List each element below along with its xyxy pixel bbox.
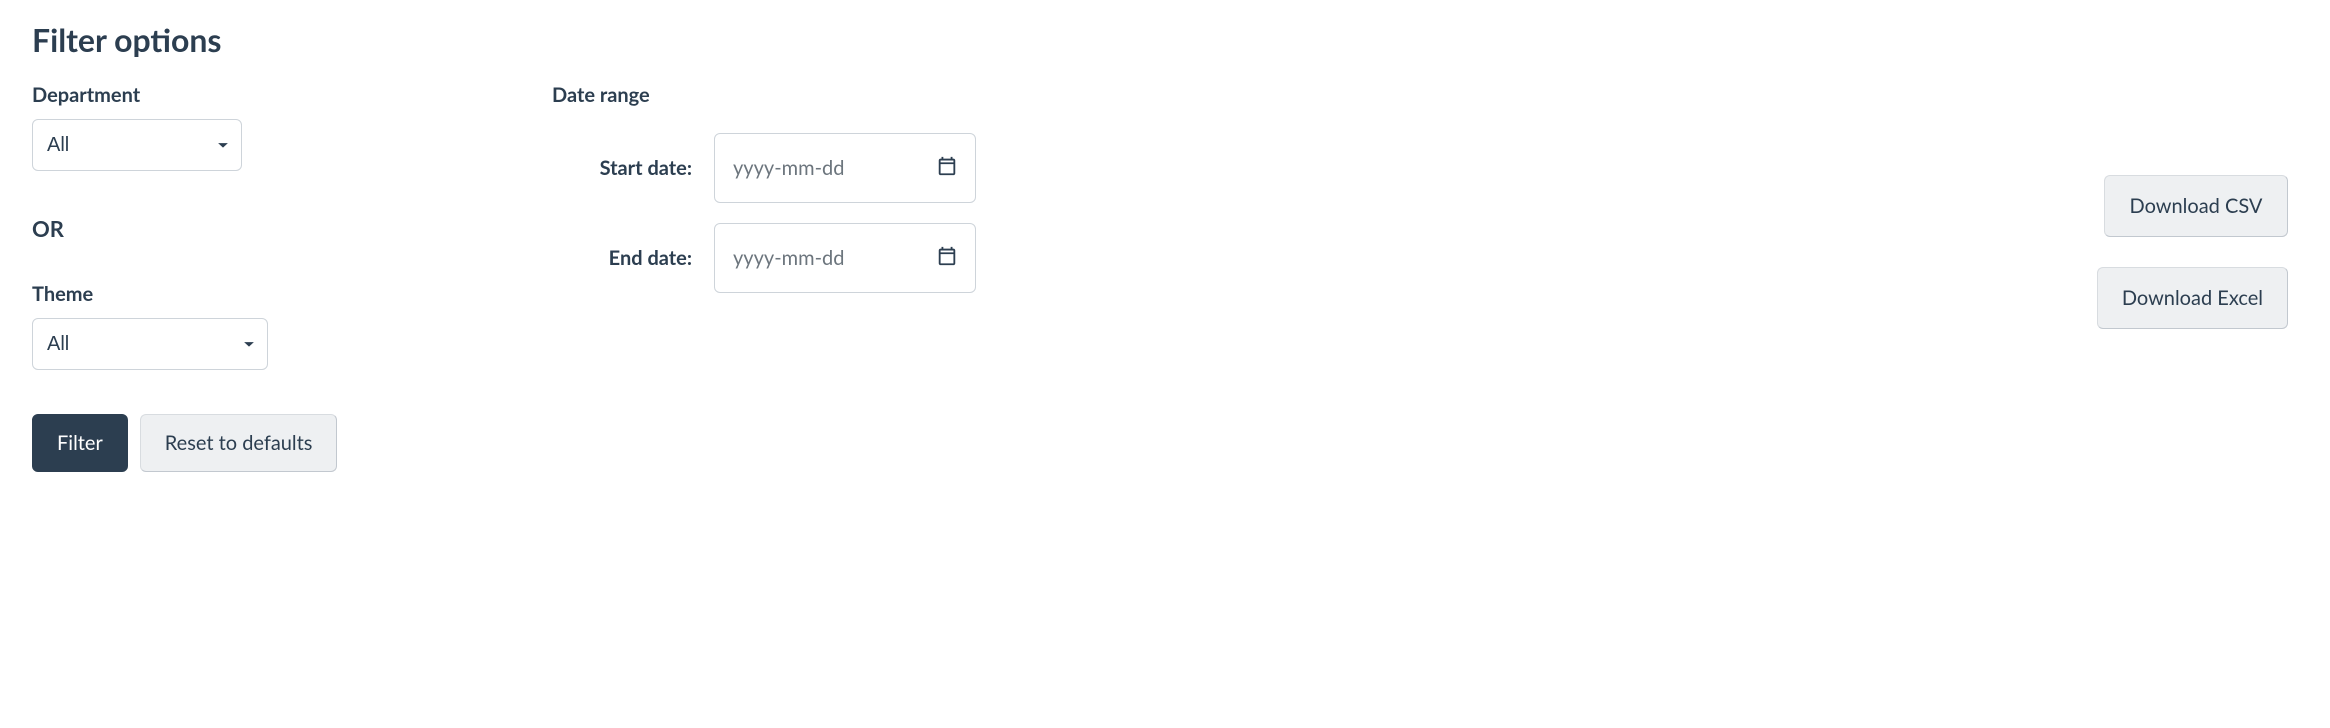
start-date-row: Start date: [552,133,1072,203]
download-excel-button[interactable]: Download Excel [2097,267,2288,329]
filter-column: Department All OR Theme All Filter Reset… [32,83,552,472]
action-buttons: Filter Reset to defaults [32,414,552,472]
date-range-heading: Date range [552,83,1072,107]
start-date-field [714,133,976,203]
start-date-input[interactable] [714,133,976,203]
end-date-field [714,223,976,293]
theme-label: Theme [32,282,552,306]
download-column: Download CSV Download Excel [2097,83,2298,329]
date-range-column: Date range Start date: End date: [552,83,1072,313]
filter-button[interactable]: Filter [32,414,128,472]
end-date-row: End date: [552,223,1072,293]
department-label: Department [32,83,552,107]
start-date-label: Start date: [552,156,692,180]
reset-button[interactable]: Reset to defaults [140,414,338,472]
theme-select[interactable]: All [32,318,268,370]
end-date-label: End date: [552,246,692,270]
end-date-input[interactable] [714,223,976,293]
download-csv-button[interactable]: Download CSV [2104,175,2288,237]
department-select[interactable]: All [32,119,242,171]
page-title: Filter options [32,20,2298,59]
or-separator: OR [32,215,552,242]
